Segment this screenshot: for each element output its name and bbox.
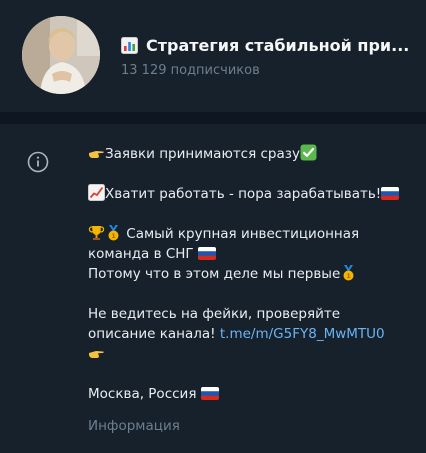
first-place-medal-emoji-icon: 1 — [108, 225, 119, 241]
channel-title: Стратегия стабильной при... — [146, 35, 410, 55]
description-text-3a: Самый крупная инвестиционная — [122, 226, 360, 242]
trophy-emoji-icon — [88, 226, 105, 240]
channel-title-row[interactable]: Стратегия стабильной при... — [121, 34, 411, 56]
bar-chart-emoji-icon — [121, 36, 138, 54]
info-icon — [27, 151, 49, 173]
description-line-2: Хватит работать - пора зарабатывать! — [88, 184, 406, 204]
svg-text:1: 1 — [347, 272, 352, 280]
russia-flag-icon — [200, 387, 219, 400]
info-section-label: Информация — [88, 418, 180, 434]
channel-header: Стратегия стабильной при... 13 129 подпи… — [0, 0, 426, 112]
chart-increasing-emoji-icon — [88, 184, 105, 201]
description-line-4: Не ведитесь на фейки, проверяйте описани… — [88, 304, 406, 364]
description-text-3c: Потому что в этом деле мы первые — [88, 266, 341, 282]
pointing-hand-emoji-icon — [89, 151, 104, 158]
description-line-5: Москва, Россия — [88, 384, 406, 404]
description-text-3b: команда в СНГ — [88, 246, 198, 262]
first-place-medal-emoji-icon: 1 — [343, 265, 354, 281]
description-text-1: Заявки принимаются сразу — [105, 146, 300, 162]
description-text-2: Хватит работать - пора зарабатывать! — [105, 186, 382, 202]
avatar-photo-icon — [22, 16, 100, 94]
description-line-1: Заявки принимаются сразу — [88, 144, 406, 164]
russia-flag-icon — [381, 187, 400, 200]
russia-flag-icon — [197, 247, 216, 260]
channel-link[interactable]: t.me/m/G5FY8_MwMTU0 — [220, 326, 385, 342]
description-line-3: 1 Самый крупная инвестиционная команда в… — [88, 224, 406, 284]
subscriber-count: 13 129 подписчиков — [121, 63, 260, 78]
channel-avatar[interactable] — [22, 16, 100, 94]
description-text-4a: Не ведитесь на фейки, проверяйте — [88, 306, 341, 322]
pointing-hand-emoji-icon — [89, 351, 104, 358]
channel-description: Заявки принимаются сразу Хватит работать… — [88, 144, 406, 404]
check-mark-emoji-icon — [300, 144, 317, 161]
description-text-5: Москва, Россия — [88, 386, 201, 402]
channel-info-panel: Стратегия стабильной при... 13 129 подпи… — [0, 0, 426, 453]
svg-text:1: 1 — [111, 232, 116, 240]
description-text-4b: описание канала! — [88, 326, 220, 342]
section-divider — [0, 112, 426, 124]
